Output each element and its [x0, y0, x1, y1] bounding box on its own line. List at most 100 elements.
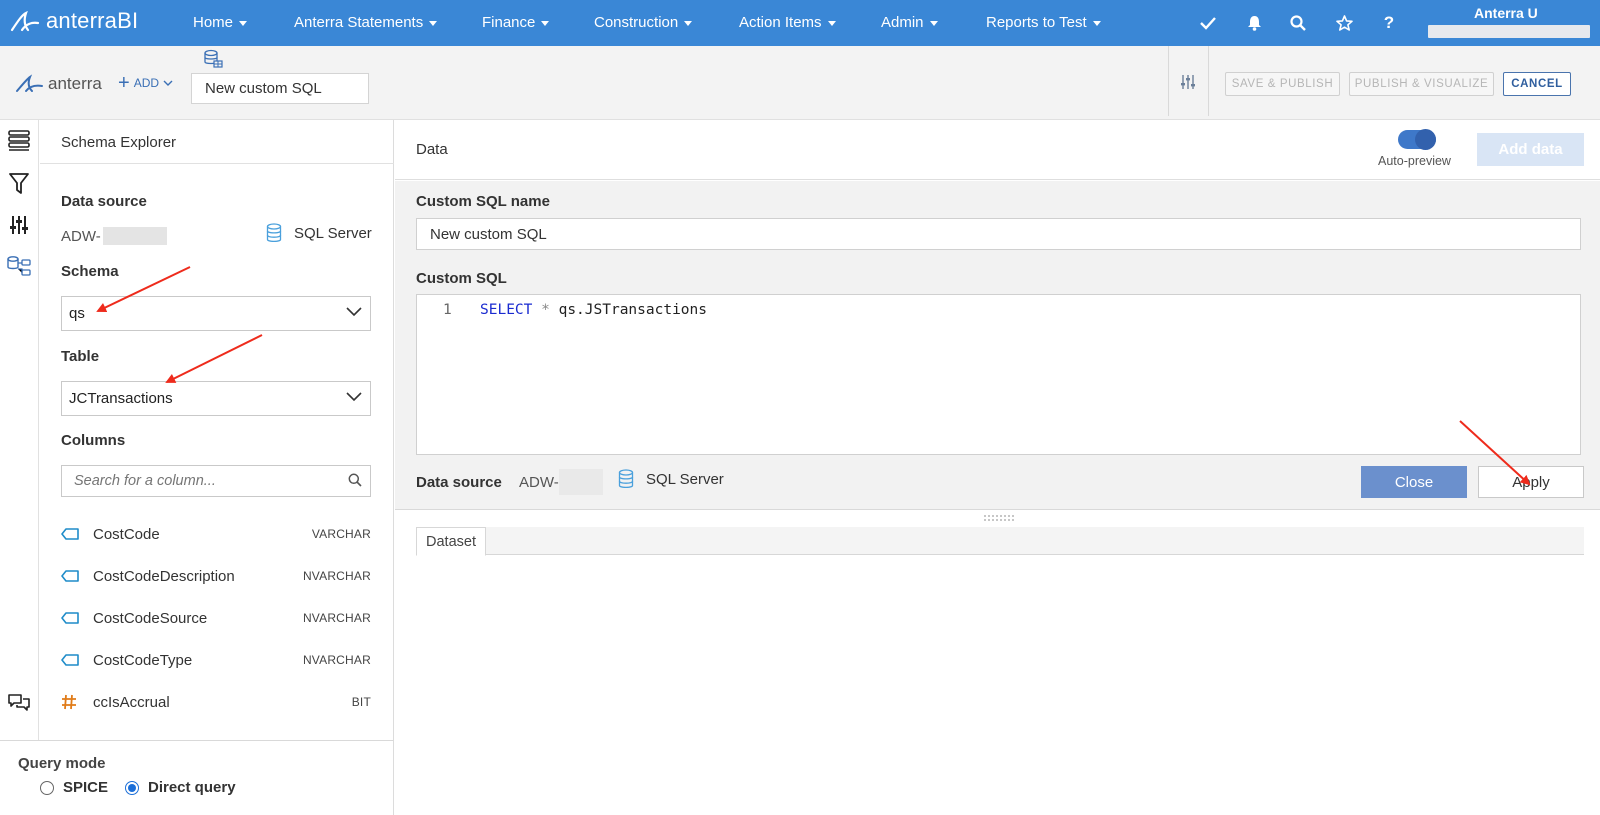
chevron-down-icon: [163, 80, 173, 86]
column-type: VARCHAR: [311, 527, 371, 541]
string-tag-icon: [61, 528, 85, 540]
table-select[interactable]: JCTransactions: [61, 381, 371, 416]
query-mode-direct-option[interactable]: Direct query: [125, 779, 236, 796]
anterra-logo-icon: [16, 74, 43, 92]
table-label: Table: [61, 348, 100, 365]
radio-button[interactable]: [40, 780, 54, 795]
nav-home[interactable]: Home: [193, 14, 248, 31]
caret-down-icon: [1092, 21, 1101, 26]
column-row[interactable]: CostCode VARCHAR: [61, 523, 371, 545]
custom-sql-panel: Custom SQL name Custom SQL 1 SELECT * qs…: [395, 181, 1600, 510]
database-icon: [618, 469, 634, 489]
user-name[interactable]: Anterra U: [1474, 5, 1538, 21]
column-row[interactable]: CostCodeSource NVARCHAR: [61, 607, 371, 629]
nav-reports-to-test[interactable]: Reports to Test: [986, 14, 1101, 31]
column-type: NVARCHAR: [302, 653, 371, 667]
sql-data-source-name: ADW-: [519, 473, 559, 491]
add-data-button[interactable]: Add data: [1477, 133, 1584, 166]
left-icon-rail: [0, 120, 39, 740]
settings-sliders-icon[interactable]: [1180, 74, 1196, 90]
bell-icon[interactable]: [1244, 13, 1264, 33]
publish-visualize-button[interactable]: PUBLISH & VISUALIZE: [1349, 72, 1494, 96]
dataset-tab-bar: Dataset: [416, 527, 1584, 556]
column-search-input[interactable]: [61, 465, 371, 497]
data-source-label: Data source: [61, 193, 147, 210]
fields-list-icon[interactable]: [6, 128, 32, 154]
columns-label: Columns: [61, 432, 126, 449]
data-source-value: ADW-: [61, 227, 167, 245]
schema-explorer-icon[interactable]: [6, 253, 32, 279]
column-name: CostCodeType: [93, 651, 193, 669]
dataset-name-input[interactable]: [191, 73, 369, 104]
top-nav-bar: anterraBI Home Anterra Statements Financ…: [0, 0, 1600, 46]
sql-code[interactable]: SELECT * qs.JSTransactions: [480, 302, 707, 318]
divider: [40, 163, 394, 164]
nav-finance-label: Finance: [482, 14, 536, 31]
sql-data-source-type: SQL Server: [618, 469, 724, 489]
query-mode-spice-option[interactable]: SPICE: [40, 779, 108, 796]
chat-feedback-icon[interactable]: [6, 690, 32, 716]
string-tag-icon: [61, 654, 85, 666]
column-name: CostCodeSource: [93, 609, 208, 627]
column-type: NVARCHAR: [302, 569, 371, 583]
add-label: ADD: [133, 76, 160, 90]
sql-editor[interactable]: 1 SELECT * qs.JSTransactions: [416, 294, 1581, 455]
nav-construction-label: Construction: [594, 14, 679, 31]
schema-label: Schema: [61, 263, 119, 280]
data-source-type-label: SQL Server: [294, 224, 372, 242]
column-row[interactable]: CostCodeType NVARCHAR: [61, 649, 371, 671]
custom-sql-name-input[interactable]: [416, 218, 1581, 250]
schema-select-value: qs: [69, 305, 85, 322]
apply-button[interactable]: Apply: [1478, 466, 1584, 498]
checkmark-icon[interactable]: [1198, 13, 1218, 33]
sql-keyword: SELECT: [480, 302, 533, 318]
radio-button-selected[interactable]: [125, 780, 139, 795]
data-source-type: SQL Server: [266, 223, 372, 243]
string-tag-icon: [61, 612, 85, 624]
toolbar-logo[interactable]: anterra: [15, 74, 102, 94]
column-row[interactable]: CostCodeDescription NVARCHAR: [61, 565, 371, 587]
brand-logo[interactable]: anterraBI: [10, 8, 138, 34]
database-icon: [266, 223, 282, 243]
sql-data-source-type-label: SQL Server: [646, 470, 724, 488]
auto-preview-label: Auto-preview: [1378, 154, 1451, 168]
cancel-button[interactable]: CANCEL: [1503, 72, 1571, 96]
resize-grip-icon[interactable]: [983, 514, 1017, 522]
radio-label: SPICE: [63, 779, 109, 796]
help-icon[interactable]: ?: [1379, 13, 1399, 33]
nav-home-label: Home: [193, 14, 234, 31]
sliders-icon[interactable]: [6, 212, 32, 238]
nav-action-items[interactable]: Action Items: [739, 14, 836, 31]
caret-down-icon: [827, 21, 836, 26]
tab-dataset[interactable]: Dataset: [416, 527, 486, 556]
query-mode-section: Query mode SPICE Direct query: [0, 740, 394, 815]
nav-construction[interactable]: Construction: [594, 14, 693, 31]
close-button[interactable]: Close: [1361, 466, 1467, 498]
auto-preview-toggle[interactable]: [1398, 129, 1436, 150]
add-button[interactable]: + ADD: [118, 73, 173, 93]
search-icon[interactable]: [1288, 13, 1308, 33]
star-icon[interactable]: [1334, 13, 1354, 33]
schema-explorer-title: Schema Explorer: [61, 134, 177, 151]
search-icon[interactable]: [348, 473, 362, 487]
redacted-block: [558, 469, 603, 495]
column-row[interactable]: ccIsAccrual BIT: [61, 691, 371, 713]
custom-sql-name-label: Custom SQL name: [416, 193, 550, 210]
sql-operator: *: [541, 302, 550, 318]
save-publish-button[interactable]: SAVE & PUBLISH: [1225, 72, 1340, 96]
filter-icon[interactable]: [6, 171, 32, 197]
caret-down-icon: [429, 21, 438, 26]
nav-anterra-statements[interactable]: Anterra Statements: [294, 14, 438, 31]
query-mode-label: Query mode: [18, 755, 106, 772]
sql-data-source-label: Data source: [416, 474, 502, 491]
column-name: ccIsAccrual: [93, 693, 170, 711]
nav-admin-label: Admin: [881, 14, 924, 31]
chevron-down-icon: [346, 307, 362, 317]
schema-select[interactable]: qs: [61, 296, 371, 331]
nav-admin[interactable]: Admin: [881, 14, 938, 31]
nav-finance[interactable]: Finance: [482, 14, 550, 31]
caret-down-icon: [929, 21, 938, 26]
column-type: NVARCHAR: [302, 611, 371, 625]
dataset-toolbar: anterra + ADD SAVE & PUBLISH PUBLISH & V…: [0, 46, 1600, 120]
redacted-block: [102, 227, 167, 245]
